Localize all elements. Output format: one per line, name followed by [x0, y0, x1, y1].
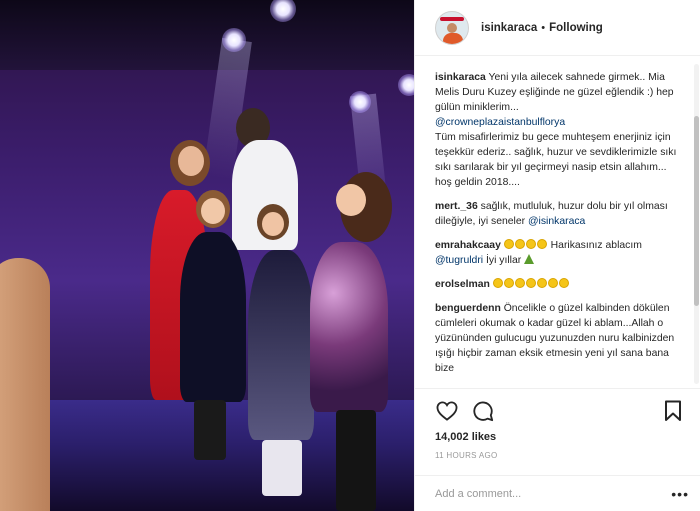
avatar-body [443, 32, 463, 44]
comment-item: erolselman [435, 277, 687, 292]
comment-item: emrahakcaay Harikasınız ablacım @tugruld… [435, 238, 687, 268]
comments-scrollbar-thumb[interactable] [694, 116, 699, 306]
likes-count[interactable]: 14,002 likes [435, 431, 685, 443]
girl-face [336, 184, 366, 216]
comment-text: Tüm misafirlerimiz bu gece muhteşem ener… [435, 132, 677, 188]
comment-text: Harikasınız ablacım [550, 240, 642, 251]
comment-item: benguerdenn Öncelikle o güzel kalbinden … [435, 301, 687, 376]
comment-text: İyi yıllar [485, 255, 522, 266]
comment-username[interactable]: isinkaraca [435, 72, 486, 83]
comment-mention[interactable]: @isinkaraca [528, 216, 585, 227]
bookmark-icon[interactable] [661, 399, 685, 423]
girl-tulle-dress [248, 250, 314, 440]
christmas-tree-emoji-icon [524, 254, 535, 264]
clapping-emoji-icon [503, 278, 514, 288]
stage-light [398, 74, 414, 96]
clapping-emoji-icon [514, 239, 525, 249]
stage-light [349, 91, 371, 113]
add-comment-bar: ••• [415, 475, 700, 511]
stage-light [222, 28, 246, 52]
clapping-emoji-icon [558, 278, 569, 288]
action-icons-row [435, 389, 685, 433]
heart-icon[interactable] [435, 399, 459, 423]
girl-legs [336, 410, 376, 511]
girl-tights [262, 440, 302, 496]
clapping-emoji-icon [536, 278, 547, 288]
clapping-emoji-icon [525, 278, 536, 288]
avatar-face [447, 22, 457, 33]
avatar-banner [440, 16, 464, 21]
header-separator: • [541, 21, 546, 34]
girl-face [262, 212, 284, 236]
clapping-emoji-icon [492, 278, 503, 288]
singer-face [178, 146, 204, 176]
clapping-emoji-icon [536, 239, 547, 249]
girl-sequin-dress [310, 242, 388, 412]
clapping-emoji-icon [503, 239, 514, 249]
post-header: isinkaraca • Following [415, 0, 700, 56]
author-username[interactable]: isinkaraca [481, 22, 537, 34]
comment-username[interactable]: erolselman [435, 279, 490, 290]
avatar[interactable] [435, 10, 469, 45]
clapping-emoji-icon [525, 239, 536, 249]
girl-dark-dress [180, 232, 246, 402]
following-button[interactable]: Following [549, 22, 603, 34]
comment-username[interactable]: mert._36 [435, 201, 478, 212]
add-comment-input[interactable] [435, 487, 655, 500]
audience-hand [0, 258, 50, 511]
girl-legs [194, 400, 226, 460]
clapping-emoji-icon [547, 278, 558, 288]
comment-username[interactable]: benguerdenn [435, 303, 501, 314]
girl-face [201, 198, 225, 224]
comment-mention[interactable]: @tugruldri [435, 255, 483, 266]
comment-mention[interactable]: @crowneplazaistanbulflorya [435, 117, 565, 128]
comments-list: isinkaraca Yeni yıla ailecek sahnede gir… [415, 56, 700, 388]
instagram-post: isinkaraca • Following isinkaraca Yeni y… [0, 0, 700, 511]
post-photo[interactable] [0, 0, 414, 511]
post-side-panel: isinkaraca • Following isinkaraca Yeni y… [414, 0, 700, 511]
post-timestamp[interactable]: 11 HOURS AGO [435, 451, 685, 460]
caption: isinkaraca Yeni yıla ailecek sahnede gir… [435, 70, 687, 190]
clapping-emoji-icon [514, 278, 525, 288]
comment-item: mert._36 sağlık, mutluluk, huzur dolu bi… [435, 199, 687, 229]
more-options-icon[interactable]: ••• [671, 487, 689, 501]
comment-username[interactable]: emrahakcaay [435, 240, 501, 251]
comment-icon[interactable] [471, 399, 495, 423]
stage-truss [0, 0, 414, 70]
